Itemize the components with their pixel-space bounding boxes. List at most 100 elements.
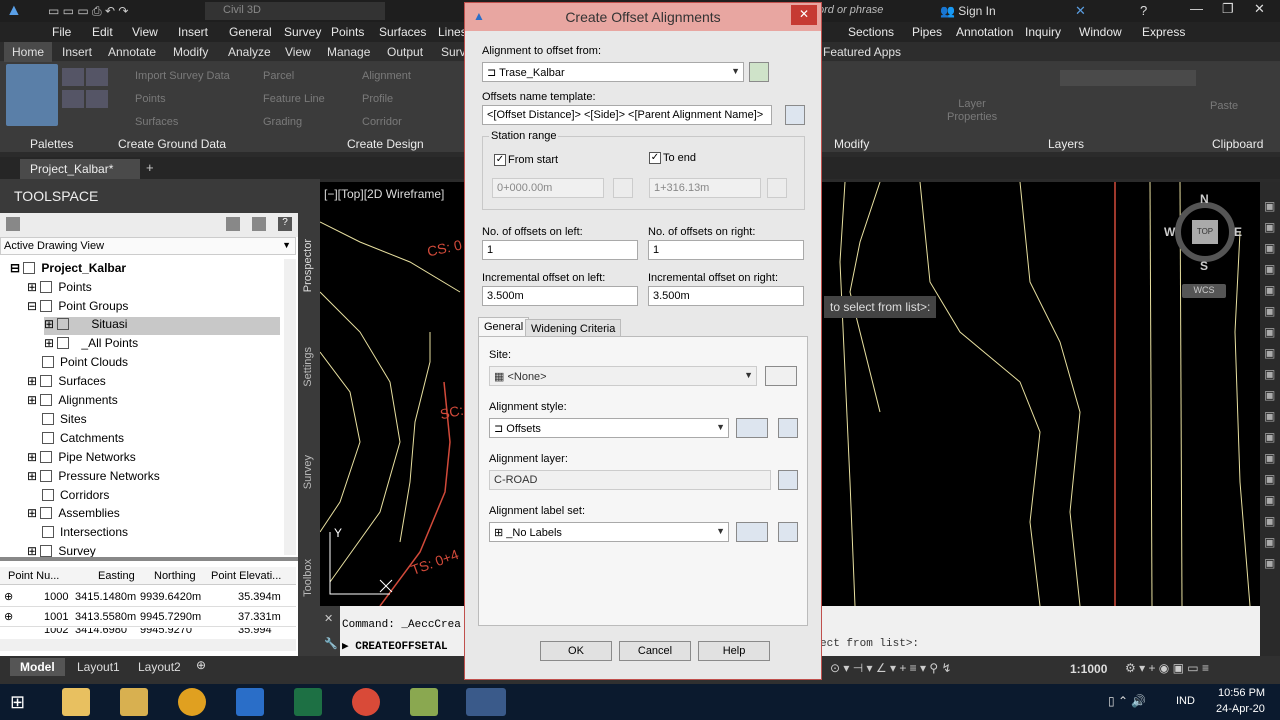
tab-view[interactable]: View	[285, 45, 311, 59]
create-site-button[interactable]	[765, 366, 797, 386]
menu-view[interactable]: View	[132, 25, 158, 39]
grading-button[interactable]: Grading	[263, 116, 302, 128]
tab-settings-side[interactable]: Settings	[302, 347, 314, 387]
tree-root-project[interactable]: ⊟ Project_Kalbar	[10, 261, 126, 275]
tab-general[interactable]: General	[478, 317, 530, 337]
column-header-easting[interactable]: Easting	[98, 570, 135, 582]
menu-edit[interactable]: Edit	[92, 25, 113, 39]
profile-button[interactable]: Profile	[362, 93, 393, 105]
workspace-dropdown[interactable]: Civil 3D	[205, 2, 385, 20]
end-station-field[interactable]: 1+316.13m	[649, 178, 761, 198]
corridor-button[interactable]: Corridor	[362, 116, 402, 128]
modify-panel-title[interactable]: Modify	[834, 137, 869, 151]
alignment-label-set-dropdown[interactable]: ⊞ _No Labels ▼	[489, 522, 729, 542]
offsets-name-template-field[interactable]: <[Offset Distance]> <[Side]> <[Parent Al…	[482, 105, 772, 125]
import-survey-data-button[interactable]: Import Survey Data	[135, 70, 230, 82]
tree-item-catchments[interactable]: Catchments	[42, 431, 124, 445]
menu-sections[interactable]: Sections	[848, 25, 894, 39]
tab-modify[interactable]: Modify	[173, 45, 208, 59]
tree-item-survey[interactable]: ⊞ Survey	[27, 544, 96, 558]
tab-widening-criteria[interactable]: Widening Criteria	[525, 319, 622, 337]
menu-survey[interactable]: Survey	[284, 25, 321, 39]
incremental-right-field[interactable]: 3.500m	[648, 286, 804, 306]
edit-name-template-button[interactable]	[785, 105, 805, 125]
tab-toolbox-side[interactable]: Toolbox	[302, 559, 314, 597]
pick-end-station-button[interactable]	[767, 178, 787, 198]
to-end-checkbox[interactable]: ✓	[649, 152, 661, 164]
file-tab-project-kalbar[interactable]: Project_Kalbar*	[20, 159, 140, 179]
close-button[interactable]: ✕	[1254, 1, 1265, 17]
preview-label-set-button[interactable]	[778, 522, 798, 542]
viewport-controls[interactable]: [−][Top][2D Wireframe]	[324, 187, 444, 201]
select-layer-button[interactable]	[778, 470, 798, 490]
excel-icon[interactable]	[294, 688, 322, 716]
from-start-checkbox[interactable]: ✓	[494, 154, 506, 166]
palette-icon[interactable]	[62, 90, 84, 108]
edit-style-button[interactable]	[736, 418, 768, 438]
tree-item-point-groups[interactable]: ⊟ Point Groups	[27, 299, 128, 313]
folder-icon[interactable]	[120, 688, 148, 716]
menu-points[interactable]: Points	[331, 25, 364, 39]
windows-start-icon[interactable]: ⊞	[10, 692, 32, 712]
tab-survey-side[interactable]: Survey	[302, 455, 314, 489]
layers-panel-title[interactable]: Layers	[1048, 137, 1084, 151]
feature-line-button[interactable]: Feature Line	[263, 93, 325, 105]
command-input[interactable]: ▶ CREATEOFFSETAL	[342, 639, 462, 655]
navigation-tools[interactable]: ▣ ▣ ▣ ▣ ▣ ▣ ▣ ▣ ▣ ▣ ▣ ▣ ▣ ▣ ▣ ▣ ▣ ▣	[1264, 196, 1276, 574]
autocad-icon[interactable]	[178, 688, 206, 716]
column-header-elevation[interactable]: Point Elevati...	[211, 570, 281, 582]
tree-item-all-points[interactable]: ⊞ _All Points	[44, 336, 138, 350]
tree-item-alignments[interactable]: ⊞ Alignments	[27, 393, 118, 407]
edit-label-set-button[interactable]	[736, 522, 768, 542]
palette-icon[interactable]	[86, 68, 108, 86]
help-icon[interactable]: ?	[1140, 3, 1147, 18]
command-line-close-icon[interactable]: ✕ 🔧	[320, 606, 340, 656]
restore-button[interactable]: ❐	[1222, 1, 1234, 17]
create-ground-data-panel-title[interactable]: Create Ground Data	[118, 137, 226, 151]
status-tools[interactable]: ⊙ ▾ ⊣ ▾ ∠ ▾ + ≡ ▾ ⚲ ↯	[830, 661, 952, 675]
menu-inquiry[interactable]: Inquiry	[1025, 25, 1061, 39]
table-row[interactable]: ⊕ 1001 3413.5580m 9945.7290m 37.331m	[0, 608, 296, 627]
table-horizontal-scrollbar[interactable]	[0, 639, 296, 651]
clipboard-panel-title[interactable]: Clipboard	[1212, 137, 1263, 151]
tree-item-pressure-networks[interactable]: ⊞ Pressure Networks	[27, 469, 160, 483]
menu-pipes[interactable]: Pipes	[912, 25, 942, 39]
tab-survey[interactable]: Surv	[441, 45, 466, 59]
annotation-scale[interactable]: 1:1000	[1070, 662, 1107, 676]
help-button[interactable]: Help	[698, 641, 770, 661]
alignment-style-dropdown[interactable]: ⊐ Offsets ▼	[489, 418, 729, 438]
column-header-point-number[interactable]: Point Nu...	[8, 570, 59, 582]
chrome-icon[interactable]	[352, 688, 380, 716]
create-design-panel-title[interactable]: Create Design	[347, 137, 424, 151]
tab-prospector[interactable]: Prospector	[302, 239, 314, 292]
surfaces-button[interactable]: Surfaces	[135, 116, 178, 128]
tab-annotate[interactable]: Annotate	[108, 45, 156, 59]
menu-file[interactable]: File	[52, 25, 71, 39]
tree-item-pipe-networks[interactable]: ⊞ Pipe Networks	[27, 450, 136, 464]
help-icon[interactable]: ?	[278, 217, 292, 231]
tree-item-corridors[interactable]: Corridors	[42, 488, 109, 502]
civil3d-taskbar-icon[interactable]	[466, 688, 506, 716]
layer-dropdown[interactable]	[1060, 70, 1196, 86]
menu-annotation[interactable]: Annotation	[956, 25, 1013, 39]
select-alignment-from-drawing-button[interactable]	[749, 62, 769, 82]
tab-home[interactable]: Home	[4, 42, 53, 62]
layer-properties-button[interactable]: Layer Properties	[947, 98, 997, 124]
menu-insert[interactable]: Insert	[178, 25, 208, 39]
tab-manage[interactable]: Manage	[327, 45, 370, 59]
tab-analyze[interactable]: Analyze	[228, 45, 271, 59]
tab-layout2[interactable]: Layout2	[138, 660, 181, 674]
menu-express[interactable]: Express	[1142, 25, 1185, 39]
civil3d-logo-icon[interactable]: ▲	[6, 2, 34, 20]
alignment-button[interactable]: Alignment	[362, 70, 411, 82]
incremental-left-field[interactable]: 3.500m	[482, 286, 638, 306]
tab-output[interactable]: Output	[387, 45, 423, 59]
offsets-left-count-field[interactable]: 1	[482, 240, 638, 260]
tab-model[interactable]: Model	[10, 658, 65, 676]
tree-item-point-clouds[interactable]: Point Clouds	[42, 355, 128, 369]
ok-button[interactable]: OK	[540, 641, 612, 661]
new-tab-button[interactable]: +	[146, 160, 154, 175]
tree-item-situasi[interactable]: ⊞ Situasi	[44, 317, 280, 335]
splitter[interactable]	[0, 557, 300, 561]
table-row[interactable]: ⊕ 1000 3415.1480m 9939.6420m 35.394m	[0, 588, 296, 607]
